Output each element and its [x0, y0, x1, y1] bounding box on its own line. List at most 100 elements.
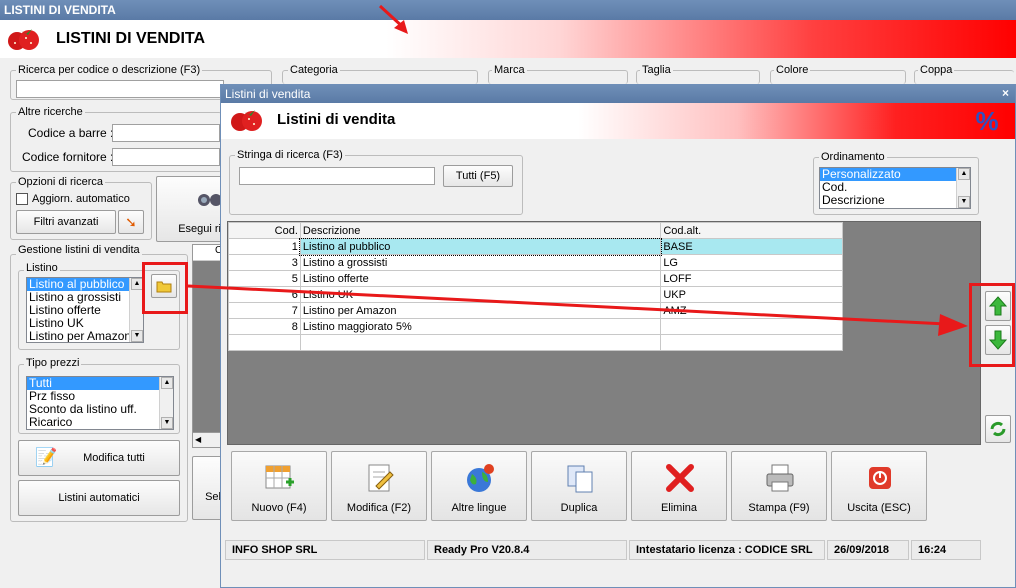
- listini-automatici-button[interactable]: Listini automatici: [18, 480, 180, 516]
- cell-cod-alt[interactable]: BASE: [660, 238, 843, 255]
- hscroll-left-icon[interactable]: ◀: [192, 432, 222, 448]
- pointer-icon[interactable]: ➘: [118, 210, 144, 234]
- duplica-button[interactable]: Duplica: [531, 451, 627, 521]
- binoculars-icon: [198, 194, 222, 206]
- cell-cod[interactable]: 3: [228, 254, 301, 271]
- edit-icon: [368, 464, 394, 492]
- stampa-label: Stampa (F9): [748, 502, 810, 514]
- modifica-button[interactable]: Modifica (F2): [331, 451, 427, 521]
- col-descrizione[interactable]: Descrizione: [299, 222, 662, 239]
- col-cod-alt[interactable]: Cod.alt.: [660, 222, 843, 239]
- strawberry-logo-icon: [8, 29, 39, 50]
- cell-cod-alt[interactable]: LG: [660, 254, 843, 271]
- uscita-label: Uscita (ESC): [847, 502, 911, 514]
- uscita-button[interactable]: Uscita (ESC): [831, 451, 927, 521]
- altre-lingue-label: Altre lingue: [451, 502, 507, 514]
- edit-icon: 📝: [35, 447, 58, 467]
- categoria-label: Categoria: [288, 64, 340, 76]
- auto-update-checkbox[interactable]: [16, 193, 28, 205]
- listino-listbox[interactable]: Listino al pubblico Listino a grossisti …: [26, 277, 144, 343]
- window-titlebar: LISTINI DI VENDITA: [0, 0, 1016, 20]
- supplier-code-input[interactable]: [112, 148, 220, 166]
- status-date: 26/09/2018: [827, 540, 909, 560]
- window-title: LISTINI DI VENDITA: [4, 3, 116, 17]
- listino-label: Listino: [24, 262, 60, 274]
- exit-icon: [869, 467, 891, 489]
- colore-label: Colore: [774, 64, 811, 76]
- modifica-tutti-label: Modifica tutti: [83, 452, 145, 464]
- marca-label: Marca: [492, 64, 527, 76]
- elimina-button[interactable]: Elimina: [631, 451, 727, 521]
- altre-ricerche-label: Altre ricerche: [16, 106, 85, 118]
- tipo-prezzi-label: Tipo prezzi: [24, 357, 82, 369]
- highlight-box: [142, 262, 188, 314]
- tutti-button[interactable]: Tutti (F5): [443, 165, 513, 187]
- partial-sel-label: Sel: [205, 491, 221, 503]
- stampa-button[interactable]: Stampa (F9): [731, 451, 827, 521]
- background-grid: C: [192, 244, 222, 448]
- list-item[interactable]: Listino per Amazon: [27, 330, 143, 343]
- supplier-code-label: Codice fornitore :: [22, 150, 114, 164]
- barcode-label: Codice a barre :: [28, 126, 114, 140]
- list-item[interactable]: Descrizione: [820, 194, 970, 207]
- cell-cod[interactable]: 1: [228, 238, 301, 255]
- scroll-down-icon[interactable]: ▼: [958, 196, 970, 208]
- gestione-label: Gestione listini di vendita: [16, 244, 142, 256]
- list-item[interactable]: Ricarico: [27, 416, 173, 429]
- scroll-up-icon[interactable]: ▲: [958, 168, 970, 180]
- dialog-search-label: Stringa di ricerca (F3): [235, 149, 345, 161]
- status-version: Ready Pro V20.8.4: [427, 540, 627, 560]
- opzioni-label: Opzioni di ricerca: [16, 176, 105, 188]
- scroll-down-icon[interactable]: ▼: [161, 417, 173, 429]
- refresh-button[interactable]: [985, 415, 1011, 443]
- globe-icon: [467, 464, 494, 492]
- table-row[interactable]: 3 Listino a grossisti LG: [228, 254, 843, 271]
- dialog-search-input[interactable]: [239, 167, 435, 185]
- altre-lingue-button[interactable]: Altre lingue: [431, 451, 527, 521]
- cell-descrizione[interactable]: Listino al pubblico: [299, 237, 662, 256]
- table-row[interactable]: 1 Listino al pubblico BASE: [228, 237, 843, 256]
- modifica-tutti-button[interactable]: 📝 Modifica tutti: [18, 440, 180, 476]
- dialog-titlebar: Listini di vendita ×: [221, 85, 1015, 103]
- cell-descrizione[interactable]: Listino a grossisti: [299, 254, 662, 271]
- new-grid-icon: [265, 465, 294, 489]
- status-time: 16:24: [911, 540, 981, 560]
- modifica-label: Modifica (F2): [346, 502, 412, 514]
- nuovo-button[interactable]: Nuovo (F4): [231, 451, 327, 521]
- nuovo-label: Nuovo (F4): [251, 502, 307, 514]
- search-label: Ricerca per codice o descrizione (F3): [16, 64, 203, 76]
- scroll-down-icon[interactable]: ▼: [131, 330, 143, 342]
- col-cod[interactable]: Cod.: [228, 222, 301, 239]
- scrollbar[interactable]: ▲ ▼: [159, 377, 173, 429]
- scrollbar[interactable]: ▲ ▼: [129, 278, 143, 342]
- elimina-label: Elimina: [660, 502, 698, 514]
- ordinamento-listbox[interactable]: Personalizzato Cod. Descrizione ▲ ▼: [819, 167, 971, 209]
- refresh-icon: [990, 421, 1006, 437]
- duplicate-icon: [567, 465, 593, 493]
- arrow-annotation-icon: [378, 4, 408, 34]
- auto-update-label: Aggiorn. automatico: [32, 193, 130, 205]
- status-company: INFO SHOP SRL: [225, 540, 425, 560]
- duplica-label: Duplica: [560, 502, 598, 514]
- run-search-label: Esegui ri: [178, 223, 221, 235]
- dialog-title: Listini di vendita: [225, 87, 311, 101]
- scrollbar[interactable]: ▲ ▼: [956, 168, 970, 208]
- highlight-box: [969, 283, 1015, 367]
- run-search-button[interactable]: Esegui ri: [156, 176, 222, 242]
- tipo-prezzi-listbox[interactable]: Tutti Prz fisso Sconto da listino uff. R…: [26, 376, 174, 430]
- ordinamento-label: Ordinamento: [819, 151, 887, 163]
- close-icon[interactable]: ×: [1002, 86, 1009, 100]
- printer-icon: [766, 464, 794, 492]
- scroll-up-icon[interactable]: ▲: [161, 377, 173, 389]
- dialog-header-title: Listini di vendita: [277, 111, 396, 128]
- percent-icon: %: [975, 106, 999, 136]
- partial-sel-button[interactable]: Sel: [192, 456, 222, 520]
- arrow-annotation-icon: [187, 284, 968, 336]
- coppa-label: Coppa: [918, 64, 955, 76]
- page-title: LISTINI DI VENDITA: [56, 30, 206, 47]
- delete-x-icon: [666, 464, 694, 492]
- barcode-input[interactable]: [112, 124, 220, 142]
- search-input[interactable]: [16, 80, 224, 98]
- advanced-filters-button[interactable]: Filtri avanzati: [16, 210, 116, 234]
- status-license: Intestatario licenza : CODICE SRL: [629, 540, 825, 560]
